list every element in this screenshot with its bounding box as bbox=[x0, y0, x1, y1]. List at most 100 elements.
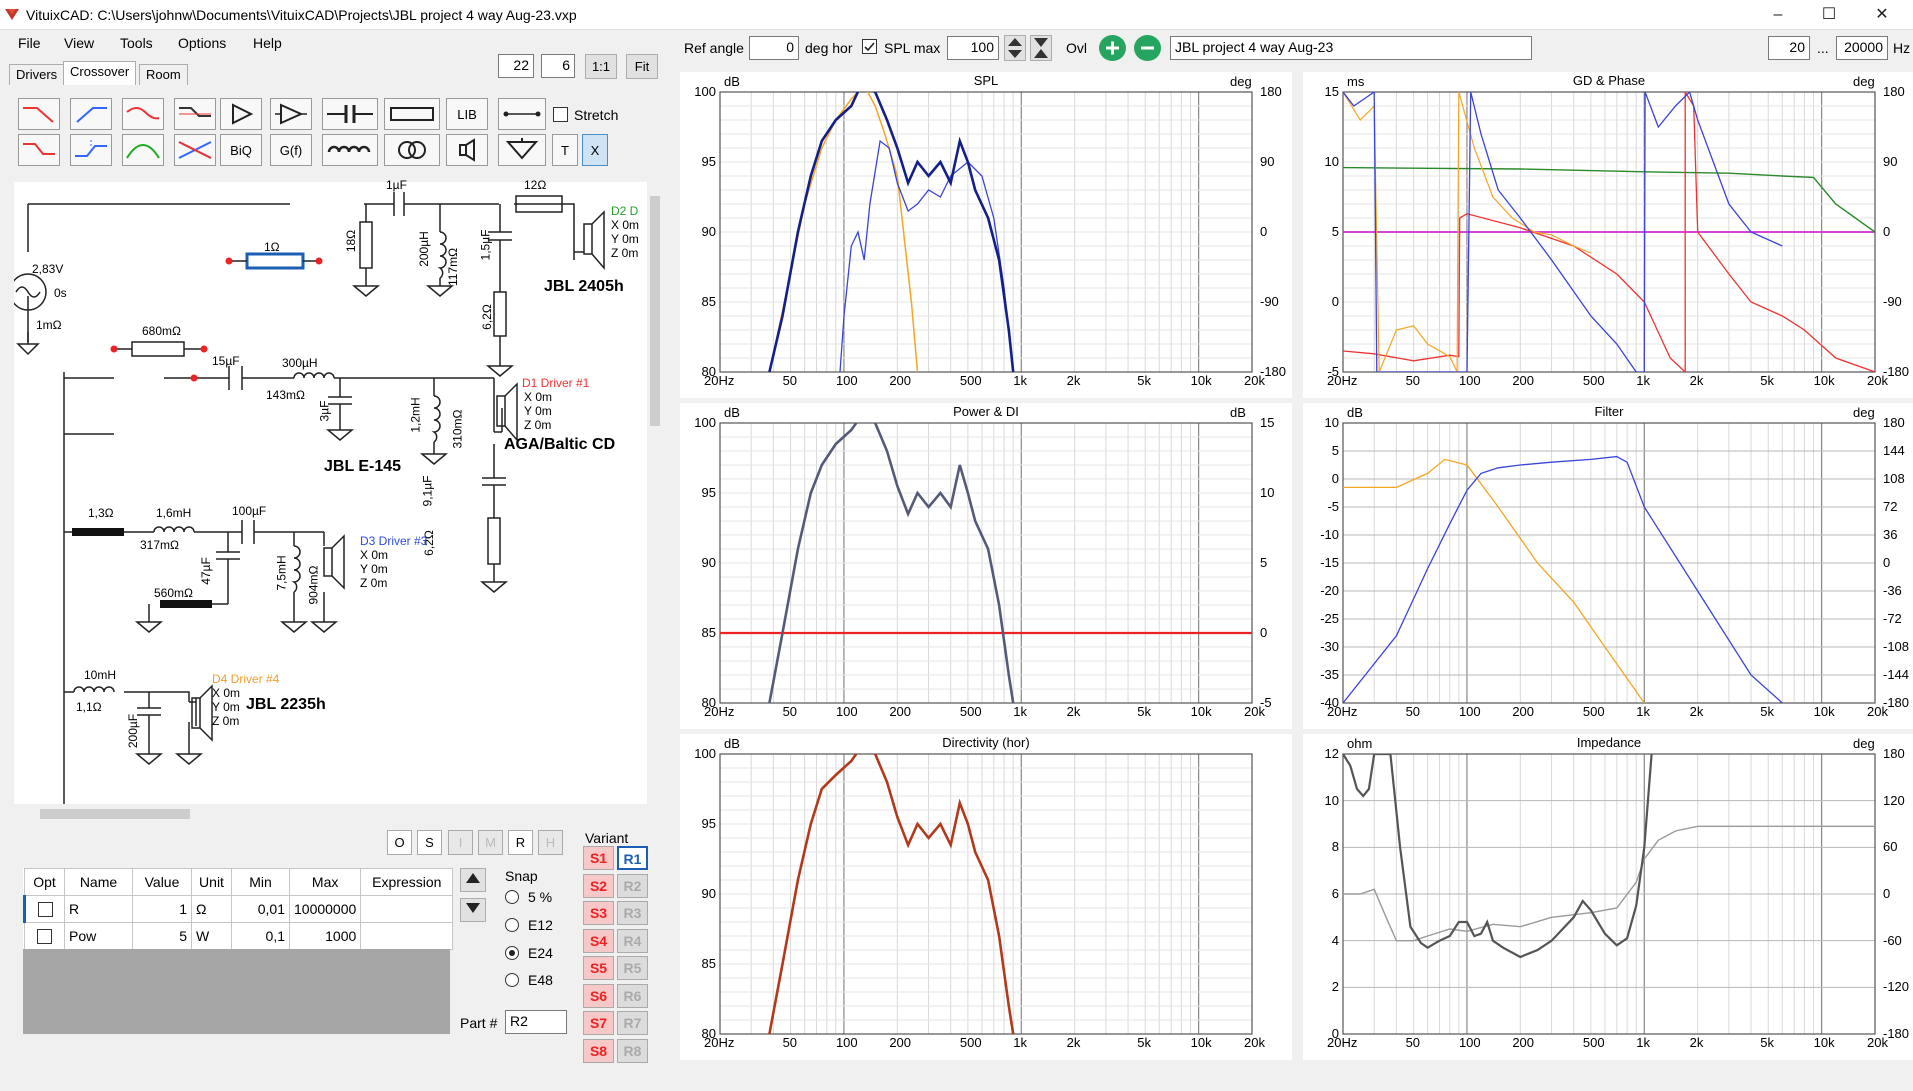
opt-checkbox[interactable] bbox=[37, 929, 52, 944]
horizontal-scroll-thumb[interactable] bbox=[40, 809, 190, 819]
spl-max-field[interactable]: 100 bbox=[947, 36, 999, 60]
min-cell[interactable]: 0,1 bbox=[231, 922, 290, 950]
opamp-icon[interactable] bbox=[270, 98, 312, 130]
highpass-1-icon[interactable] bbox=[70, 98, 112, 130]
variant-s4-button[interactable]: S4 bbox=[583, 928, 614, 953]
variant-r3-button[interactable]: R3 bbox=[617, 901, 648, 925]
snap-e12-radio[interactable] bbox=[505, 918, 519, 932]
shelf-icon[interactable] bbox=[174, 98, 216, 130]
spl-updown-button[interactable] bbox=[1004, 35, 1026, 61]
move-down-button[interactable] bbox=[460, 898, 486, 922]
variant-r1-button[interactable]: R1 bbox=[617, 846, 648, 870]
allpass-peak-icon[interactable] bbox=[122, 98, 164, 130]
max-cell[interactable]: 1000 bbox=[288, 922, 362, 950]
table-row[interactable]: R 1 Ω 0,01 10000000 bbox=[23, 895, 454, 923]
min-cell[interactable]: 0,01 bbox=[231, 895, 290, 923]
variant-s8-button[interactable]: S8 bbox=[583, 1038, 614, 1063]
part-m-button[interactable]: M bbox=[478, 830, 503, 855]
minimize-button[interactable]: – bbox=[1755, 0, 1801, 30]
unit-cell[interactable]: Ω bbox=[191, 895, 232, 923]
snap-e48-radio[interactable] bbox=[505, 973, 519, 987]
max-cell[interactable]: 10000000 bbox=[288, 895, 362, 923]
name-cell[interactable]: Pow bbox=[64, 922, 133, 950]
driver-icon[interactable] bbox=[446, 134, 488, 166]
variant-r7-button[interactable]: R7 bbox=[617, 1011, 648, 1035]
unit-cell[interactable]: W bbox=[191, 922, 232, 950]
resistor-icon[interactable] bbox=[384, 98, 440, 130]
impedance-chart[interactable]: Impedance 20Hz 50 100 200 500 1k 2k 5k 10k 20k 12 10… bbox=[1303, 734, 1913, 1060]
remove-overlay-button[interactable] bbox=[1134, 35, 1161, 61]
directivity-chart[interactable]: Directivity (hor) 20Hz 50 100 200 500 1k 2k 5k 10… bbox=[680, 734, 1292, 1060]
freq-low-field[interactable]: 20 bbox=[1768, 36, 1810, 60]
tab-room[interactable]: Room bbox=[139, 64, 188, 85]
highpass-2-icon[interactable] bbox=[70, 134, 112, 166]
menu-help[interactable]: Help bbox=[253, 35, 282, 51]
inductor-icon[interactable] bbox=[322, 134, 378, 166]
ground-icon[interactable] bbox=[498, 134, 546, 166]
menu-options[interactable]: Options bbox=[178, 35, 226, 51]
text-tool-button[interactable]: T bbox=[552, 134, 578, 166]
snap-5pct-radio[interactable] bbox=[505, 890, 519, 904]
value-cell[interactable]: 1 bbox=[132, 895, 192, 923]
spl-max-checkbox[interactable] bbox=[862, 39, 877, 54]
name-cell[interactable]: R bbox=[64, 895, 133, 923]
part-i-button[interactable]: I bbox=[448, 830, 473, 855]
zoom-fit-button[interactable]: Fit bbox=[626, 54, 658, 79]
gf-button[interactable]: G(f) bbox=[270, 134, 312, 166]
variant-s6-button[interactable]: S6 bbox=[583, 983, 614, 1008]
biquad-button[interactable]: BiQ bbox=[220, 134, 262, 166]
value-cell[interactable]: 5 bbox=[132, 922, 192, 950]
opt-cell[interactable] bbox=[24, 922, 65, 950]
schematic-canvas[interactable]: 2,83V 0s 1mΩ 1Ω 680mΩ 1µF 12Ω 18Ω 200µH … bbox=[14, 178, 647, 804]
variant-s1-button[interactable]: S1 bbox=[583, 846, 614, 870]
variant-r5-button[interactable]: R5 bbox=[617, 956, 648, 980]
expression-cell[interactable] bbox=[360, 922, 454, 950]
gd-phase-chart[interactable]: GD & Phase 20Hz 50 100 200 500 1k 2k 5k 10k 20k 15 1… bbox=[1303, 72, 1913, 398]
library-button[interactable]: LIB bbox=[446, 98, 488, 130]
zoom-field-a[interactable]: 22 bbox=[498, 54, 534, 78]
move-up-button[interactable] bbox=[460, 868, 486, 892]
opt-cell[interactable] bbox=[23, 895, 65, 923]
variant-s7-button[interactable]: S7 bbox=[583, 1011, 614, 1035]
stretch-checkbox[interactable] bbox=[553, 107, 568, 122]
x-tool-button[interactable]: X bbox=[582, 134, 608, 166]
part-o-button[interactable]: O bbox=[387, 830, 412, 855]
lowpass-1-icon[interactable] bbox=[18, 98, 60, 130]
close-button[interactable]: ✕ bbox=[1859, 0, 1905, 30]
horizontal-scrollbar[interactable] bbox=[14, 806, 647, 822]
filter-chart[interactable]: Filter 20Hz 50 100 200 500 1k 2k 5k 10k 20k 10 5 0 -5-… bbox=[1303, 403, 1913, 729]
variant-r4-button[interactable]: R4 bbox=[617, 928, 648, 953]
freq-high-field[interactable]: 20000 bbox=[1836, 36, 1888, 60]
opt-checkbox[interactable] bbox=[37, 902, 53, 917]
capacitor-icon[interactable] bbox=[322, 98, 378, 130]
variant-r8-button[interactable]: R8 bbox=[617, 1038, 648, 1063]
table-row[interactable]: Pow 5 W 0,1 1000 bbox=[24, 922, 454, 950]
part-r-button[interactable]: R bbox=[508, 830, 533, 855]
tab-drivers[interactable]: Drivers bbox=[9, 64, 65, 85]
snap-e24-radio[interactable] bbox=[505, 946, 519, 960]
variant-s3-button[interactable]: S3 bbox=[583, 901, 614, 925]
part-s-button[interactable]: S bbox=[417, 830, 442, 855]
buffer-icon[interactable] bbox=[220, 98, 262, 130]
project-name-field[interactable]: JBL project 4 way Aug-23 bbox=[1170, 36, 1532, 60]
zoom-field-b[interactable]: 6 bbox=[541, 54, 575, 78]
notch-icon[interactable] bbox=[174, 134, 216, 166]
ref-angle-field[interactable]: 0 bbox=[749, 36, 799, 60]
menu-tools[interactable]: Tools bbox=[120, 35, 153, 51]
spl-chart[interactable]: SPL 20Hz 50 100 200 500 1k 2k 5k 10k 20k 100 95 90 85 8… bbox=[680, 72, 1292, 398]
power-di-chart[interactable]: Power & DI 20Hz 50 100 200 500 1k 2k 5k 10k 20k 100… bbox=[680, 403, 1292, 729]
variant-s2-button[interactable]: S2 bbox=[583, 873, 614, 898]
lowpass-2-icon[interactable] bbox=[18, 134, 60, 166]
variant-r6-button[interactable]: R6 bbox=[617, 983, 648, 1008]
tab-crossover[interactable]: Crossover bbox=[63, 61, 137, 85]
variant-s5-button[interactable]: S5 bbox=[583, 956, 614, 980]
zoom-1to1-button[interactable]: 1:1 bbox=[585, 54, 617, 79]
part-number-field[interactable]: R2 bbox=[505, 1010, 567, 1034]
menu-view[interactable]: View bbox=[64, 35, 94, 51]
bandpass-icon[interactable] bbox=[122, 134, 164, 166]
transformer-icon[interactable] bbox=[384, 134, 440, 166]
vertical-scroll-thumb[interactable] bbox=[650, 196, 660, 426]
maximize-button[interactable]: ☐ bbox=[1806, 0, 1852, 30]
part-h-button[interactable]: H bbox=[538, 830, 563, 855]
expression-cell[interactable] bbox=[360, 895, 454, 923]
